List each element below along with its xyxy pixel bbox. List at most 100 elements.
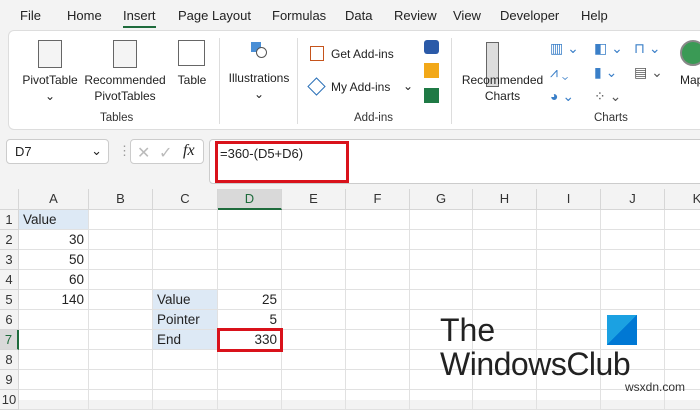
cell-c1[interactable] [153, 210, 218, 230]
cell-j4[interactable] [601, 270, 665, 290]
cell-c7-value[interactable]: End [153, 330, 218, 350]
people-graph-icon[interactable] [424, 88, 439, 103]
cell-b5[interactable] [89, 290, 153, 310]
cell-b7[interactable] [89, 330, 153, 350]
cell-f10[interactable] [346, 390, 410, 410]
cell-e4[interactable] [282, 270, 346, 290]
cell-d1[interactable] [218, 210, 282, 230]
cell-b9[interactable] [89, 370, 153, 390]
cell-i1[interactable] [537, 210, 601, 230]
column-header-c[interactable]: C [153, 189, 218, 210]
cell-k3[interactable] [665, 250, 700, 270]
cell-f6[interactable] [346, 310, 410, 330]
cell-a6[interactable] [19, 310, 89, 330]
tab-data[interactable]: Data [345, 8, 372, 23]
cell-h2[interactable] [473, 230, 537, 250]
row-header-9[interactable]: 9 [0, 370, 19, 390]
cell-d8[interactable] [218, 350, 282, 370]
cell-h4[interactable] [473, 270, 537, 290]
cell-f5[interactable] [346, 290, 410, 310]
column-header-h[interactable]: H [473, 189, 537, 210]
cell-d5-value[interactable]: 25 [218, 290, 282, 310]
column-header-k[interactable]: K [665, 189, 700, 210]
cell-d6-value[interactable]: 5 [218, 310, 282, 330]
cell-f1[interactable] [346, 210, 410, 230]
cell-b6[interactable] [89, 310, 153, 330]
cell-j2[interactable] [601, 230, 665, 250]
cell-e5[interactable] [282, 290, 346, 310]
cell-a7[interactable] [19, 330, 89, 350]
cell-f7[interactable] [346, 330, 410, 350]
row-header-5[interactable]: 5 [0, 290, 19, 310]
row-header-8[interactable]: 8 [0, 350, 19, 370]
cell-d4[interactable] [218, 270, 282, 290]
cell-k2[interactable] [665, 230, 700, 250]
tab-home[interactable]: Home [67, 8, 102, 23]
tab-page-layout[interactable]: Page Layout [178, 8, 251, 23]
row-header-10[interactable]: 10 [0, 390, 19, 410]
waterfall-chart-icon[interactable]: ⊓ ⌄ [634, 40, 661, 57]
tab-view[interactable]: View [453, 8, 481, 23]
cell-k4[interactable] [665, 270, 700, 290]
cell-e10[interactable] [282, 390, 346, 410]
cell-a1-value[interactable]: Value [19, 210, 89, 230]
cell-d10[interactable] [218, 390, 282, 410]
column-header-a[interactable]: A [19, 189, 89, 210]
column-header-j[interactable]: J [601, 189, 665, 210]
cell-e8[interactable] [282, 350, 346, 370]
combo-chart-icon[interactable]: ▤ ⌄ [634, 64, 663, 81]
cell-f8[interactable] [346, 350, 410, 370]
cell-e3[interactable] [282, 250, 346, 270]
cell-c5-value[interactable]: Value [153, 290, 218, 310]
visio-icon[interactable] [424, 40, 439, 54]
name-box[interactable]: D7 ⌄ [6, 139, 109, 164]
cell-j5[interactable] [601, 290, 665, 310]
column-header-g[interactable]: G [410, 189, 473, 210]
cancel-icon[interactable]: ✕ [137, 143, 150, 163]
cell-e7[interactable] [282, 330, 346, 350]
cell-h10[interactable] [473, 390, 537, 410]
cell-c8[interactable] [153, 350, 218, 370]
cell-d9[interactable] [218, 370, 282, 390]
cell-a10[interactable] [19, 390, 89, 410]
cell-c9[interactable] [153, 370, 218, 390]
statistic-chart-icon[interactable]: ▮ ⌄ [594, 64, 617, 81]
cell-b10[interactable] [89, 390, 153, 410]
row-header-4[interactable]: 4 [0, 270, 19, 290]
cell-b2[interactable] [89, 230, 153, 250]
cell-h5[interactable] [473, 290, 537, 310]
cell-a5-value[interactable]: 140 [19, 290, 89, 310]
cell-c4[interactable] [153, 270, 218, 290]
cell-g3[interactable] [410, 250, 473, 270]
cell-g10[interactable] [410, 390, 473, 410]
cell-f2[interactable] [346, 230, 410, 250]
select-all-corner[interactable] [0, 189, 19, 210]
cell-b3[interactable] [89, 250, 153, 270]
cell-i10[interactable] [537, 390, 601, 410]
cell-d3[interactable] [218, 250, 282, 270]
insert-function-icon[interactable]: fx [183, 142, 195, 160]
cell-j3[interactable] [601, 250, 665, 270]
cell-i3[interactable] [537, 250, 601, 270]
cell-f4[interactable] [346, 270, 410, 290]
column-header-f[interactable]: F [346, 189, 410, 210]
row-header-6[interactable]: 6 [0, 310, 19, 330]
row-header-1[interactable]: 1 [0, 210, 19, 230]
cell-b8[interactable] [89, 350, 153, 370]
column-header-b[interactable]: B [89, 189, 153, 210]
cell-g5[interactable] [410, 290, 473, 310]
cell-d2[interactable] [218, 230, 282, 250]
cell-f3[interactable] [346, 250, 410, 270]
bing-icon[interactable] [424, 63, 439, 78]
cell-i5[interactable] [537, 290, 601, 310]
enter-icon[interactable]: ✓ [159, 143, 172, 163]
line-chart-icon[interactable]: ⩘ ⌄ [550, 64, 568, 81]
cell-a3-value[interactable]: 50 [19, 250, 89, 270]
cell-e1[interactable] [282, 210, 346, 230]
tab-review[interactable]: Review [394, 8, 437, 23]
tab-file[interactable]: File [20, 8, 41, 23]
row-header-2[interactable]: 2 [0, 230, 19, 250]
scatter-chart-icon[interactable]: ⁘ ⌄ [594, 88, 621, 105]
cell-a8[interactable] [19, 350, 89, 370]
cell-i6[interactable] [537, 310, 601, 330]
